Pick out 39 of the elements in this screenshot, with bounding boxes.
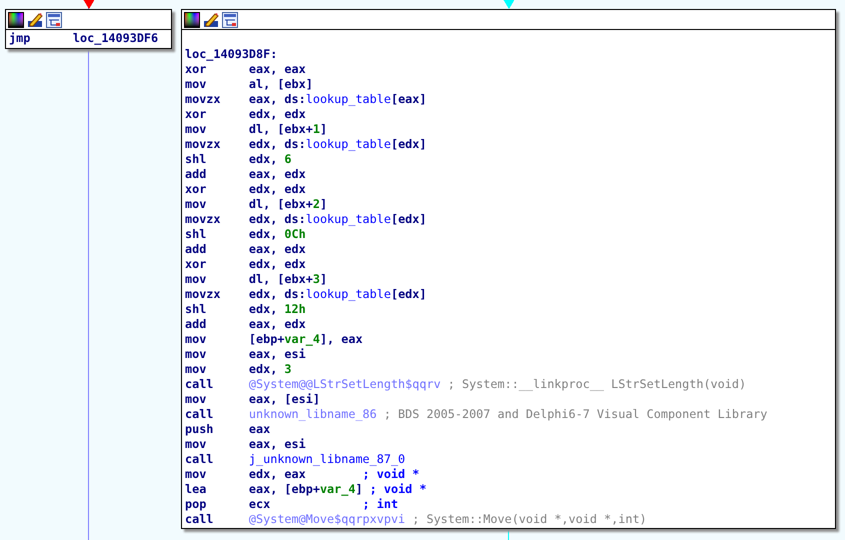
code-line: movzx edx, ds:lookup_table[edx]: [185, 287, 428, 302]
code-label: loc_14093D8F:: [185, 47, 278, 62]
code-line: mov [ebp+var_4], eax: [185, 332, 364, 347]
code-line: xor eax, eax: [185, 62, 307, 77]
graph-icon[interactable]: [46, 12, 62, 28]
code-line: add eax, edx: [185, 317, 307, 332]
code-line: push eax: [185, 422, 272, 437]
code-line: shl edx, 0Ch: [185, 227, 307, 242]
code-line: mov eax, [esi]: [185, 392, 321, 407]
code-line: mov eax, esi: [185, 347, 307, 362]
code-line: mov edx, eax ; void *: [185, 467, 420, 482]
code-line: call @System@@LStrSetLength$qqrv ; System::__linkproc__ LStrSetLength(void): [185, 377, 748, 392]
code-line: mov edx, 3: [185, 362, 293, 377]
pencil-icon[interactable]: [27, 12, 43, 28]
code-line: movzx edx, ds:lookup_table[edx]: [185, 137, 428, 152]
code-line: mov dl, [ebx+1]: [185, 122, 328, 137]
code-line: xor edx, edx: [185, 107, 307, 122]
code-line: mov al, [ebx]: [185, 77, 314, 92]
code-line: mov dl, [ebx+3]: [185, 272, 328, 287]
code-line: shl edx, 6: [185, 152, 293, 167]
palette-icon[interactable]: [184, 12, 200, 28]
code-line: call unknown_libname_86 ; BDS 2005-2007 and Delphi6-7 Visual Component Library: [185, 407, 768, 422]
code-line: call j_unknown_libname_87_0: [185, 452, 406, 467]
pencil-icon[interactable]: [203, 12, 219, 28]
code-line: movzx eax, ds:lookup_table[eax]: [185, 92, 428, 107]
code-line: add eax, edx: [185, 242, 307, 257]
code-line: lea eax, [ebp+var_4] ; void *: [185, 482, 428, 497]
graph-icon[interactable]: [222, 12, 238, 28]
code-line: movzx edx, ds:lookup_table[edx]: [185, 212, 428, 227]
code-line: mov dl, [ebx+2]: [185, 197, 328, 212]
palette-icon[interactable]: [8, 12, 24, 28]
code-line: add eax, edx: [185, 167, 307, 182]
code-line: xor edx, edx: [185, 182, 307, 197]
code-line: call @System@Move$qqrpxvpvi ; System::Move(void *,void *,int): [185, 512, 648, 527]
code-line: shl edx, 12h: [185, 302, 307, 317]
code-line: mov eax, esi: [185, 437, 307, 452]
code-line: jmp loc_14093DF6: [9, 31, 160, 46]
code-line: pop ecx ; int: [185, 497, 400, 512]
code-line: xor edx, edx: [185, 257, 307, 272]
